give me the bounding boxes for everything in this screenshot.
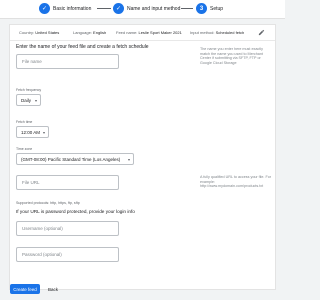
- password-protected-heading: If your URL is password protected, provi…: [16, 209, 135, 214]
- step-connector: [181, 8, 193, 9]
- fetch-frequency-value: Daily: [21, 97, 32, 103]
- file-url-help: A fully qualified URL to access your fil…: [200, 175, 272, 189]
- summary-country: Country: United States: [19, 30, 60, 35]
- back-button[interactable]: Back: [44, 284, 62, 294]
- fetch-time-value: 12:00 AM: [21, 129, 41, 135]
- file-url-input[interactable]: File URL: [16, 175, 119, 190]
- file-url-example: http://www.mydomain.com/products.txt: [200, 184, 264, 189]
- time-zone-label: Time zone: [16, 147, 33, 151]
- fetch-time-label: Fetch time: [16, 120, 33, 124]
- supported-protocols-note: Supported protocols: http, https, ftp, s…: [16, 201, 80, 205]
- password-input[interactable]: Password (optional): [16, 247, 119, 262]
- step-label: Basic information: [53, 5, 92, 12]
- caret-down-icon: ▾: [127, 156, 130, 162]
- fetch-frequency-select[interactable]: Daily ▾: [16, 94, 41, 106]
- step-setup[interactable]: 3 Setup: [196, 3, 223, 14]
- username-input[interactable]: Username (optional): [16, 221, 119, 236]
- create-feed-button[interactable]: Create feed: [10, 284, 40, 294]
- step-label: Setup: [210, 5, 224, 12]
- step-name-and-input-method[interactable]: ✓ Name and input method: [113, 3, 180, 14]
- step-label: Name and input method: [127, 5, 181, 12]
- summary-input-method: Input method: Scheduled fetch: [190, 30, 245, 35]
- fetch-frequency-label: Fetch frequency: [16, 88, 42, 92]
- caret-down-icon: ▾: [42, 129, 45, 135]
- form-heading: Enter the name of your feed file and cre…: [16, 44, 149, 50]
- summary-feed-name: Feed name: Leslie Sport Maker 2021: [116, 30, 182, 35]
- pencil-icon[interactable]: [258, 29, 265, 36]
- fetch-time-select[interactable]: 12:00 AM ▾: [16, 126, 49, 138]
- step-number: 3: [196, 3, 207, 14]
- caret-down-icon: ▾: [34, 97, 37, 103]
- file-name-input[interactable]: File name: [16, 54, 119, 69]
- summary-language: Language: English: [73, 30, 107, 35]
- feed-setup-card: Country: United States Language: English…: [9, 24, 276, 290]
- check-icon: ✓: [113, 3, 124, 14]
- feed-summary-bar: Country: United States Language: English…: [10, 25, 275, 41]
- time-zone-value: (GMT-08:00) Pacific Standard Time (Los A…: [21, 156, 121, 162]
- check-icon: ✓: [39, 3, 50, 14]
- setup-stepper: ✓ Basic information ✓ Name and input met…: [0, 0, 285, 19]
- step-connector: [97, 8, 111, 9]
- step-basic-information[interactable]: ✓ Basic information: [39, 3, 91, 14]
- time-zone-select[interactable]: (GMT-08:00) Pacific Standard Time (Los A…: [16, 153, 134, 165]
- file-url-help-text: A fully qualified URL to access your fil…: [200, 175, 271, 184]
- file-name-help: The name you enter here must exactly mat…: [200, 47, 263, 65]
